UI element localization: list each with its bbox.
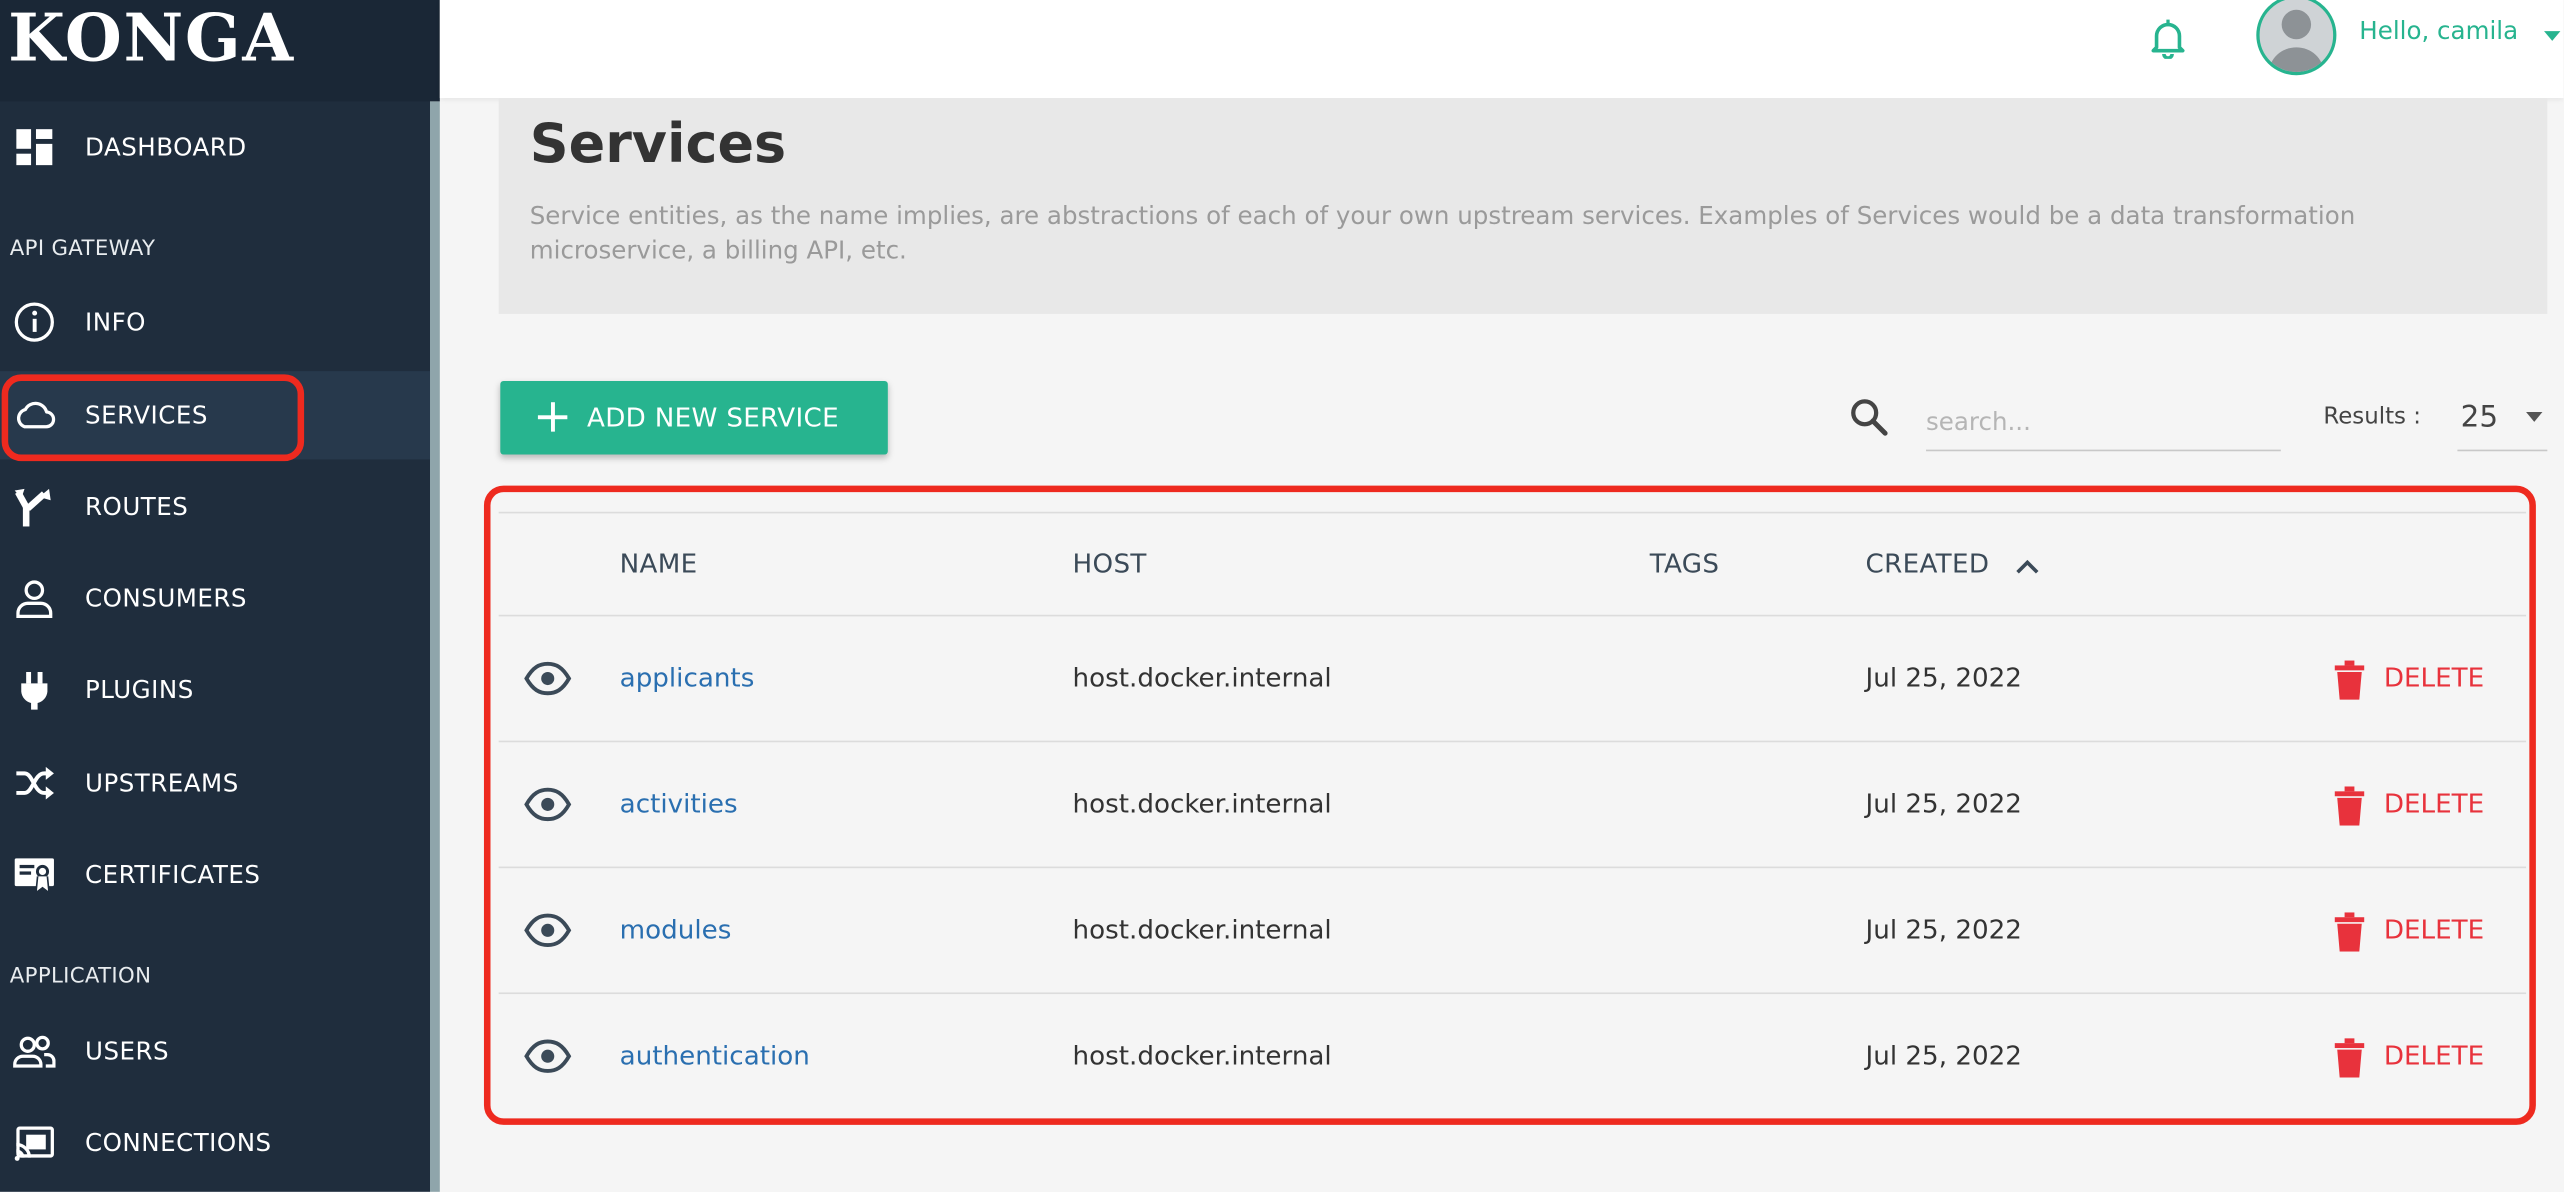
user-icon <box>16 580 53 619</box>
table-top-divider <box>498 511 2527 514</box>
sidebar-item-services[interactable]: SERVICES <box>0 371 431 460</box>
user-menu-greeting[interactable]: Hello, camila <box>2359 16 2518 45</box>
sidebar-item-info[interactable]: INFO <box>0 278 430 366</box>
bell-icon[interactable] <box>2147 16 2190 59</box>
column-header-name[interactable]: NAME <box>620 548 698 579</box>
app-window: KONGA DASHBOARD API GATEWAY INFO SERVICE… <box>0 0 2564 1192</box>
service-name-link[interactable]: applicants <box>620 662 755 693</box>
trash-icon <box>2334 1038 2365 1078</box>
plug-icon <box>21 671 48 710</box>
section-label-api-gateway: API GATEWAY <box>9 237 156 262</box>
info-icon <box>14 302 54 342</box>
page-title: Services <box>529 111 787 175</box>
top-bar <box>439 0 2564 99</box>
sidebar-item-dashboard[interactable]: DASHBOARD <box>0 103 430 191</box>
delete-label: DELETE <box>2383 788 2485 820</box>
service-host: host.docker.internal <box>1072 913 1332 946</box>
service-name-link[interactable]: activities <box>620 788 738 819</box>
service-name-link[interactable]: modules <box>620 914 732 945</box>
page-header-panel: Services Service entities, as the name i… <box>498 98 2548 314</box>
konga-logo[interactable]: KONGA <box>8 2 295 75</box>
table-row: activities host.docker.internal Jul 25, … <box>498 740 2527 867</box>
sidebar-item-plugins[interactable]: PLUGINS <box>0 646 430 734</box>
sidebar-item-label: CERTIFICATES <box>85 860 261 890</box>
sidebar-item-label: ROUTES <box>85 492 189 522</box>
certificate-icon <box>14 858 54 895</box>
service-host: host.docker.internal <box>1072 662 1332 694</box>
search-input[interactable] <box>1926 392 2281 452</box>
caret-down-icon <box>2526 412 2543 422</box>
sidebar-item-upstreams[interactable]: UPSTREAMS <box>0 739 430 827</box>
logo-bar: KONGA <box>0 0 440 102</box>
table-row: modules host.docker.internal Jul 25, 202… <box>498 866 2527 993</box>
trash-icon <box>2334 912 2365 952</box>
eye-icon[interactable] <box>523 1037 572 1076</box>
service-created: Jul 25, 2022 <box>1865 1039 2022 1071</box>
add-new-service-button[interactable]: ADD NEW SERVICE <box>500 380 888 455</box>
sidebar-item-connections[interactable]: CONNECTIONS <box>0 1099 430 1187</box>
trash-icon <box>2334 786 2365 826</box>
results-per-page-value: 25 <box>2460 400 2499 435</box>
cast-icon <box>14 1126 54 1161</box>
sort-ascending-icon <box>2016 559 2039 573</box>
delete-label: DELETE <box>2383 913 2485 946</box>
users-icon <box>13 1035 56 1068</box>
sidebar-item-consumers[interactable]: CONSUMERS <box>0 554 430 642</box>
sidebar-item-label: PLUGINS <box>85 675 194 705</box>
table-row: applicants host.docker.internal Jul 25, … <box>498 614 2527 741</box>
person-silhouette-icon <box>2269 9 2324 72</box>
service-created: Jul 25, 2022 <box>1865 913 2022 946</box>
column-header-created-label: CREATED <box>1865 547 1990 579</box>
eye-icon[interactable] <box>523 911 572 950</box>
sidebar-item-label: USERS <box>85 1036 170 1067</box>
column-header-host[interactable]: HOST <box>1073 548 1147 579</box>
table-row: authentication host.docker.internal Jul … <box>498 992 2527 1118</box>
sidebar-item-label: INFO <box>85 307 146 337</box>
service-created: Jul 25, 2022 <box>1865 788 2022 820</box>
section-label-application: APPLICATION <box>9 964 152 990</box>
service-name-link[interactable]: authentication <box>620 1040 810 1071</box>
sidebar-item-users[interactable]: USERS <box>0 1007 430 1095</box>
sidebar-item-label: SERVICES <box>85 400 208 431</box>
service-created: Jul 25, 2022 <box>1865 662 2022 694</box>
results-per-page-select[interactable]: 25 <box>2457 386 2548 452</box>
sidebar-item-label: CONNECTIONS <box>85 1128 272 1158</box>
column-header-created[interactable]: CREATED <box>1866 548 2041 579</box>
sidebar-item-label: DASHBOARD <box>85 132 247 162</box>
delete-label: DELETE <box>2383 662 2485 694</box>
column-header-tags[interactable]: TAGS <box>1650 548 1720 579</box>
dashboard-icon <box>16 129 53 166</box>
shuffle-icon <box>16 766 54 800</box>
sidebar-item-label: CONSUMERS <box>85 583 248 614</box>
results-label: Results : <box>2323 403 2421 431</box>
sidebar-item-certificates[interactable]: CERTIFICATES <box>0 831 430 919</box>
trash-icon <box>2334 660 2365 700</box>
route-icon <box>14 488 51 527</box>
sidebar-item-label: UPSTREAMS <box>85 768 239 798</box>
service-host: host.docker.internal <box>1072 1039 1332 1071</box>
cloud-icon <box>16 401 56 429</box>
sidebar-scrollbar[interactable] <box>430 101 440 1192</box>
add-new-service-label: ADD NEW SERVICE <box>586 402 839 434</box>
delete-label: DELETE <box>2383 1039 2485 1071</box>
eye-icon[interactable] <box>523 785 572 824</box>
eye-icon[interactable] <box>523 659 572 698</box>
chevron-down-icon[interactable] <box>2544 31 2561 41</box>
search-icon <box>1851 399 1888 436</box>
plus-icon <box>537 402 568 432</box>
service-host: host.docker.internal <box>1072 788 1332 820</box>
page-description: Service entities, as the name implies, a… <box>529 201 2356 265</box>
sidebar-item-routes[interactable]: ROUTES <box>0 463 430 551</box>
